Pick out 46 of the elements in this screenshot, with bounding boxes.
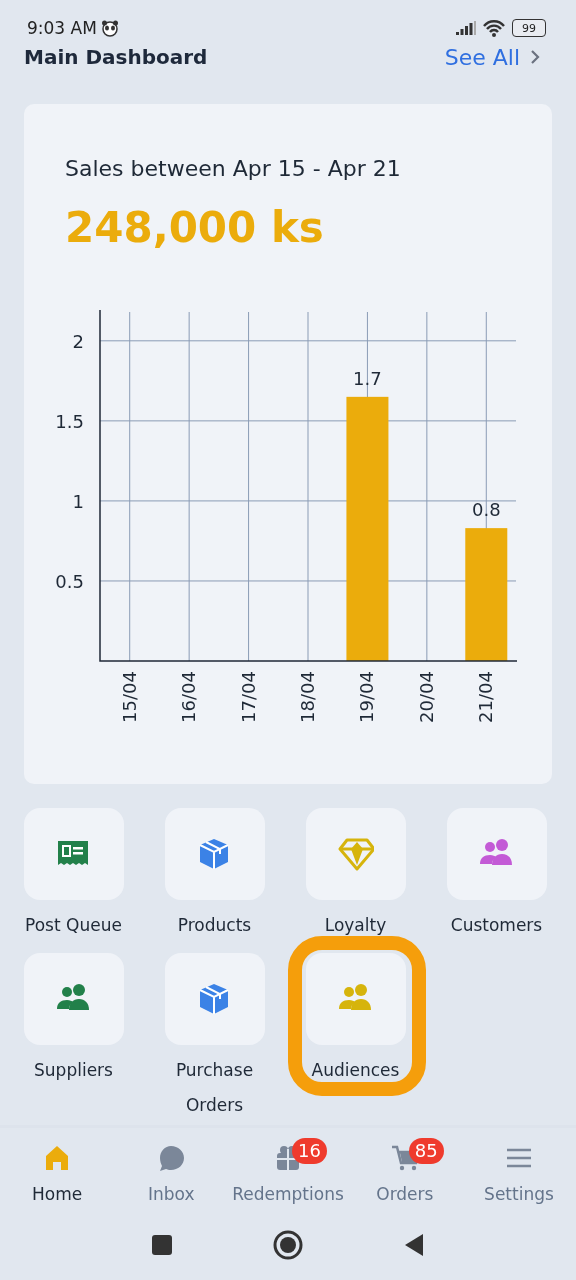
x-tick-label: 15/04 [118, 671, 140, 723]
tile-label: Customers [449, 914, 544, 937]
y-tick-label: 1 [72, 490, 84, 512]
tile-label: Suppliers [33, 1059, 114, 1082]
home-button-icon [273, 1230, 303, 1260]
nav-tab[interactable]: Home [0, 1142, 115, 1204]
shortcut-tile[interactable] [164, 953, 265, 1045]
y-tick-label: 0.5 [55, 570, 84, 592]
tile-label: Products [176, 914, 253, 937]
panda-icon [100, 19, 119, 37]
x-tick-label: 19/04 [356, 671, 378, 723]
tile-label: Post Queue [24, 914, 123, 937]
value-label: 0.8 [471, 499, 501, 521]
sales-amount: 248,000 ks [64, 203, 325, 252]
count-badge: 16 [292, 1138, 327, 1164]
shortcut-tile[interactable] [305, 808, 406, 900]
chevron-right-icon [530, 49, 540, 65]
chat-bubble-icon [157, 1144, 186, 1172]
signal-icon [456, 21, 476, 35]
count-badge: 85 [408, 1138, 444, 1164]
section-title: Main Dashboard [24, 45, 209, 69]
tile-label: Loyalty [323, 914, 388, 937]
x-tick-label: 16/04 [178, 671, 200, 723]
shortcut-tile[interactable] [23, 953, 124, 1045]
card-title: Sales between Apr 15 - Apr 21 [64, 156, 402, 181]
x-tick-label: 21/04 [475, 671, 497, 723]
nav-tab[interactable]: Inbox [114, 1142, 229, 1204]
wifi-icon [482, 19, 506, 37]
recents-button-icon [151, 1234, 173, 1256]
see-all-link[interactable]: See All [444, 44, 520, 70]
x-tick-label: 17/04 [237, 671, 259, 723]
clock-time: 9:03 AM [27, 18, 97, 38]
x-tick-label: 18/04 [297, 671, 318, 723]
tile-label: Audiences [310, 1059, 401, 1082]
nav-tab[interactable]: Settings [461, 1142, 576, 1204]
battery-level: 99 [512, 19, 546, 37]
x-tick-label: 20/04 [415, 671, 437, 723]
shortcut-tile[interactable] [23, 808, 124, 900]
tile-label: Purchase Orders [174, 1059, 255, 1117]
shortcut-tile[interactable] [164, 808, 265, 900]
back-button-icon [403, 1233, 425, 1257]
shortcut-tile[interactable] [446, 808, 547, 900]
value-label: 1.7 [353, 367, 382, 389]
y-tick-label: 2 [72, 330, 84, 352]
y-tick-label: 1.5 [55, 410, 84, 432]
shortcut-tile[interactable] [305, 953, 406, 1045]
